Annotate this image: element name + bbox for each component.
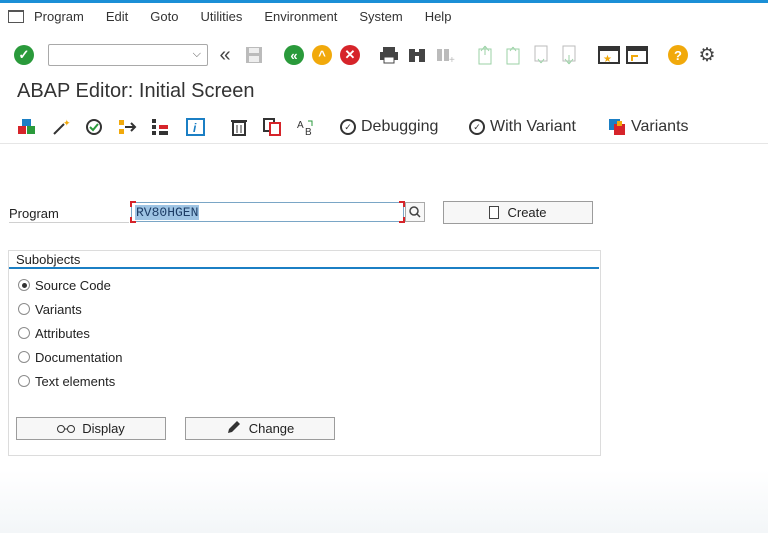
change-button[interactable]: Change	[185, 417, 335, 440]
search-icon	[409, 206, 421, 218]
svg-text:A: A	[297, 120, 304, 131]
toolbar-divider	[0, 143, 768, 144]
system-toolbar: ✓ ⌵ « « ^ ✕ + ★ ? ⚙	[0, 40, 768, 74]
menu-help[interactable]: Help	[425, 9, 452, 24]
glasses-icon	[57, 421, 76, 437]
change-label: Change	[248, 421, 295, 436]
radio-documentation[interactable]: Documentation	[18, 348, 122, 366]
back-icon[interactable]: «	[283, 44, 305, 66]
page-title: ABAP Editor: Initial Screen	[17, 80, 255, 102]
print-icon[interactable]	[378, 44, 400, 66]
debugging-button[interactable]: ✓ Debugging	[340, 117, 438, 137]
menu-system[interactable]: System	[359, 9, 402, 24]
radio-label: Variants	[35, 301, 82, 317]
wand-icon[interactable]: ✦	[51, 117, 71, 137]
program-input[interactable]: RV80HGEN	[130, 201, 405, 223]
create-button[interactable]: Create	[443, 201, 593, 224]
help-icon[interactable]: ?	[667, 44, 689, 66]
radio-button[interactable]	[18, 279, 30, 291]
find-next-icon[interactable]: +	[434, 44, 456, 66]
radio-button[interactable]	[18, 303, 30, 315]
clock-check-icon: ✓	[469, 119, 485, 135]
create-label: Create	[507, 205, 547, 220]
radio-label: Source Code	[35, 277, 111, 293]
create-shortcut-icon[interactable]	[626, 44, 648, 66]
activate-icon[interactable]	[117, 117, 137, 137]
variants-button[interactable]: Variants	[608, 117, 689, 137]
next-page-icon[interactable]	[530, 44, 552, 66]
menu-environment[interactable]: Environment	[264, 9, 337, 24]
window-menu-icon[interactable]	[8, 10, 24, 23]
save-icon[interactable]	[243, 44, 265, 66]
enter-icon[interactable]: ✓	[13, 44, 35, 66]
command-field[interactable]: ⌵	[48, 44, 208, 66]
clock-check-icon: ✓	[340, 119, 356, 135]
svg-text:B: B	[305, 127, 312, 136]
menu-bar: Program Edit Goto Utilities Environment …	[0, 3, 768, 29]
find-icon[interactable]	[406, 44, 428, 66]
variants-label: Variants	[631, 118, 689, 135]
with-variant-label: With Variant	[490, 118, 576, 135]
variants-icon	[608, 118, 626, 136]
chevron-down-icon[interactable]: ⌵	[193, 48, 201, 61]
with-variant-button[interactable]: ✓ With Variant	[469, 117, 576, 137]
program-label-underline	[9, 222, 129, 223]
cancel-icon[interactable]: ✕	[339, 44, 361, 66]
program-input-value[interactable]: RV80HGEN	[135, 205, 200, 220]
required-marker	[130, 217, 136, 223]
object-list-icon[interactable]	[17, 117, 37, 137]
radio-button[interactable]	[18, 351, 30, 363]
back-double-icon[interactable]: «	[214, 44, 236, 66]
svg-text:★: ★	[603, 54, 612, 65]
display-button[interactable]: Display	[16, 417, 166, 440]
svg-text:✦: ✦	[63, 118, 71, 128]
svg-text:+: +	[449, 55, 455, 64]
exit-icon[interactable]: ^	[311, 44, 333, 66]
customize-icon[interactable]: ⚙	[696, 44, 718, 66]
previous-page-icon[interactable]	[502, 44, 524, 66]
rename-icon[interactable]: AB	[296, 117, 316, 137]
background-fade	[0, 470, 768, 533]
document-icon	[489, 206, 500, 219]
first-page-icon[interactable]	[474, 44, 496, 66]
subobjects-title-underline	[9, 267, 599, 269]
menu-edit[interactable]: Edit	[106, 9, 128, 24]
radio-button[interactable]	[18, 327, 30, 339]
radio-variants[interactable]: Variants	[18, 300, 82, 318]
info-icon[interactable]: i	[186, 117, 206, 137]
new-session-icon[interactable]: ★	[598, 44, 620, 66]
program-label: Program	[9, 206, 59, 221]
radio-label: Text elements	[35, 373, 116, 389]
radio-source-code[interactable]: Source Code	[18, 276, 111, 294]
debugging-label: Debugging	[361, 118, 439, 135]
last-page-icon[interactable]	[558, 44, 580, 66]
where-used-icon[interactable]	[150, 117, 170, 137]
radio-button[interactable]	[18, 375, 30, 387]
menu-utilities[interactable]: Utilities	[200, 9, 242, 24]
radio-text-elements[interactable]: Text elements	[18, 372, 115, 390]
radio-label: Documentation	[35, 349, 123, 365]
pencil-icon	[226, 419, 242, 438]
copy-icon[interactable]	[262, 117, 282, 137]
delete-icon[interactable]	[229, 117, 249, 137]
value-help-button[interactable]	[405, 202, 425, 222]
display-label: Display	[82, 421, 125, 436]
menu-goto[interactable]: Goto	[150, 9, 178, 24]
radio-label: Attributes	[35, 325, 90, 341]
required-marker	[130, 201, 136, 207]
check-icon[interactable]	[84, 117, 104, 137]
menu-program[interactable]: Program	[34, 9, 84, 24]
radio-attributes[interactable]: Attributes	[18, 324, 90, 342]
subobjects-title: Subobjects	[16, 252, 81, 267]
